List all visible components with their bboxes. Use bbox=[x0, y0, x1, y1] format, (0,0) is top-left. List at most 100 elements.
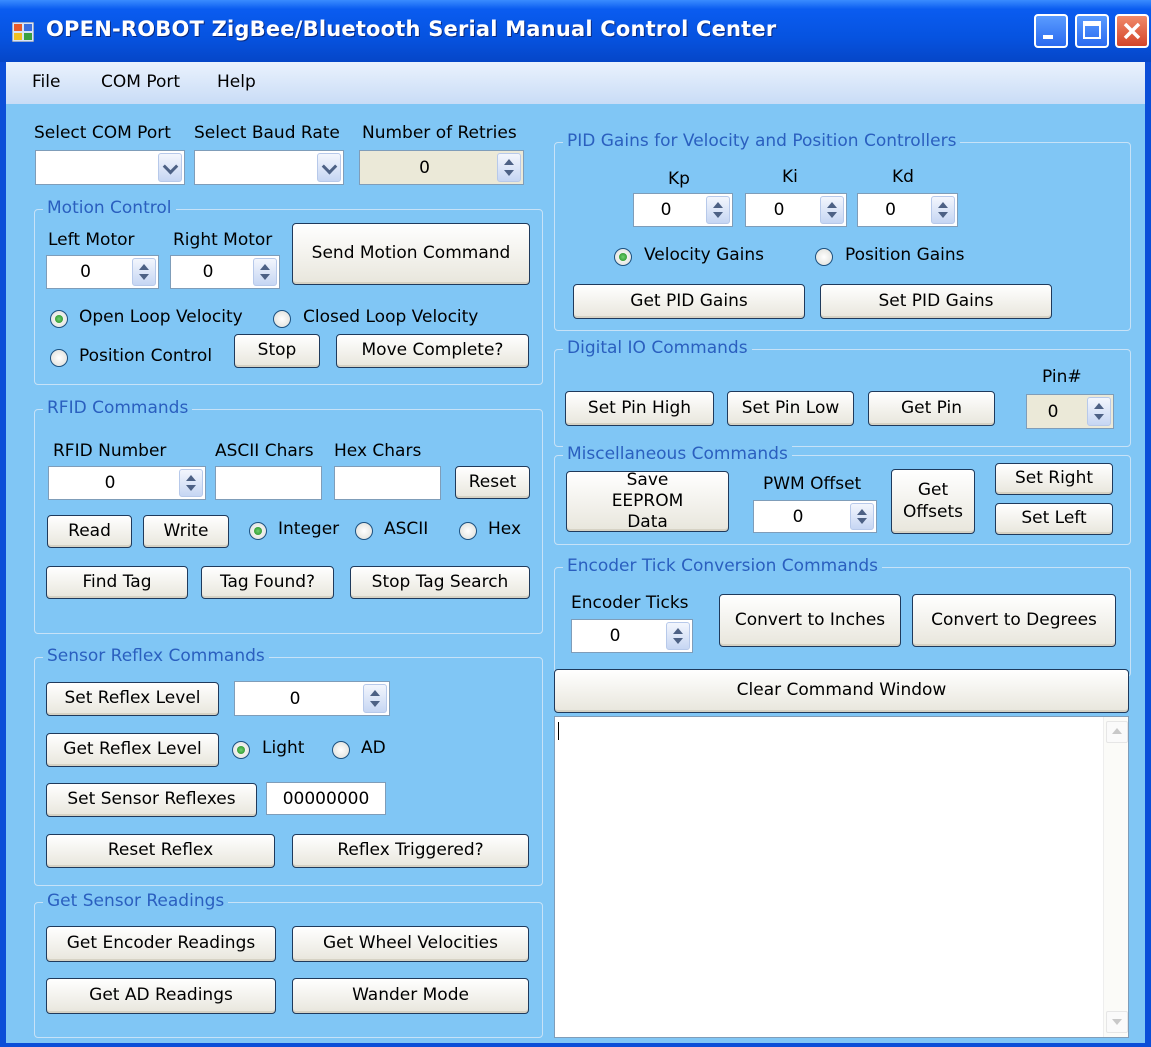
reflex-level-spin-buttons[interactable] bbox=[363, 684, 387, 713]
command-window[interactable] bbox=[554, 716, 1129, 1038]
ascii-chars-field[interactable] bbox=[215, 466, 322, 500]
digital-io-group: Digital IO Commands Pin# Set Pin High Se… bbox=[554, 338, 1131, 447]
velocity-gains-radio[interactable] bbox=[614, 248, 632, 266]
left-motor-stepper[interactable]: 0 bbox=[46, 255, 159, 289]
com-port-select[interactable] bbox=[35, 150, 185, 185]
sensor-reflexes-field[interactable]: 00000000 bbox=[266, 782, 386, 815]
get-offsets-button[interactable]: Get Offsets bbox=[891, 469, 975, 534]
get-encoder-readings-button[interactable]: Get Encoder Readings bbox=[46, 926, 276, 962]
arrow-down-icon bbox=[1112, 1019, 1122, 1025]
ad-radio[interactable] bbox=[332, 741, 350, 759]
kp-spin-buttons[interactable] bbox=[706, 196, 730, 224]
menu-file[interactable]: File bbox=[32, 72, 60, 92]
retries-label: Number of Retries bbox=[362, 123, 517, 143]
pwm-offset-value: 0 bbox=[792, 506, 804, 527]
get-ad-readings-button[interactable]: Get AD Readings bbox=[46, 978, 276, 1014]
get-reflex-level-button[interactable]: Get Reflex Level bbox=[46, 733, 219, 767]
set-sensor-reflexes-button[interactable]: Set Sensor Reflexes bbox=[46, 783, 257, 817]
close-button[interactable] bbox=[1115, 14, 1149, 48]
menu-help[interactable]: Help bbox=[217, 72, 256, 92]
get-pid-gains-button[interactable]: Get PID Gains bbox=[573, 284, 805, 319]
arrow-up-icon bbox=[1112, 728, 1122, 734]
rfid-read-button[interactable]: Read bbox=[47, 515, 132, 548]
baud-rate-dropdown-button[interactable] bbox=[317, 153, 341, 182]
motion-control-title: Motion Control bbox=[43, 198, 176, 218]
tag-found-button[interactable]: Tag Found? bbox=[201, 566, 334, 599]
scroll-down-button[interactable] bbox=[1106, 1011, 1128, 1033]
ki-spin-buttons[interactable] bbox=[820, 196, 844, 224]
reflex-triggered-button[interactable]: Reflex Triggered? bbox=[292, 834, 529, 868]
closed-loop-velocity-radio[interactable] bbox=[273, 310, 291, 328]
app-icon bbox=[12, 22, 34, 42]
pin-label: Pin# bbox=[1042, 367, 1082, 387]
rfid-number-stepper[interactable]: 0 bbox=[48, 466, 206, 500]
rfid-number-spin-buttons[interactable] bbox=[179, 469, 203, 497]
send-motion-command-button[interactable]: Send Motion Command bbox=[292, 223, 530, 285]
maximize-button[interactable] bbox=[1075, 14, 1109, 48]
pwm-offset-stepper[interactable]: 0 bbox=[753, 500, 877, 533]
pin-spin-buttons[interactable] bbox=[1087, 397, 1111, 426]
set-pin-high-button[interactable]: Set Pin High bbox=[565, 391, 714, 426]
set-pin-low-button[interactable]: Set Pin Low bbox=[727, 391, 854, 426]
right-motor-value: 0 bbox=[202, 262, 214, 282]
light-radio[interactable] bbox=[232, 741, 250, 759]
light-label: Light bbox=[262, 738, 305, 758]
position-control-radio[interactable] bbox=[50, 349, 68, 367]
arrow-up-icon bbox=[1094, 403, 1104, 409]
reflex-level-stepper[interactable]: 0 bbox=[234, 681, 390, 716]
encoder-ticks-stepper[interactable]: 0 bbox=[571, 619, 693, 653]
hex-chars-field[interactable] bbox=[334, 466, 441, 500]
ascii-radio[interactable] bbox=[355, 522, 373, 540]
title-bar[interactable]: OPEN-ROBOT ZigBee/Bluetooth Serial Manua… bbox=[0, 0, 1151, 62]
left-motor-spin-buttons[interactable] bbox=[132, 258, 156, 286]
position-gains-radio[interactable] bbox=[815, 248, 833, 266]
get-wheel-velocities-button[interactable]: Get Wheel Velocities bbox=[292, 926, 529, 962]
stop-button[interactable]: Stop bbox=[234, 334, 320, 368]
minimize-button[interactable] bbox=[1034, 14, 1068, 48]
chevron-down-icon bbox=[162, 158, 179, 175]
hex-radio[interactable] bbox=[459, 522, 477, 540]
kp-stepper[interactable]: 0 bbox=[633, 193, 733, 227]
pwm-offset-spin-buttons[interactable] bbox=[850, 503, 874, 530]
encoder-ticks-spin-buttons[interactable] bbox=[666, 622, 690, 650]
integer-radio[interactable] bbox=[249, 522, 267, 540]
position-control-label: Position Control bbox=[79, 346, 213, 366]
close-icon bbox=[1123, 22, 1141, 40]
open-loop-velocity-radio[interactable] bbox=[50, 310, 68, 328]
com-port-dropdown-button[interactable] bbox=[158, 153, 182, 182]
find-tag-button[interactable]: Find Tag bbox=[46, 566, 188, 599]
rfid-write-button[interactable]: Write bbox=[143, 515, 229, 548]
save-eeprom-button[interactable]: Save EEPROM Data bbox=[566, 470, 729, 532]
convert-to-degrees-button[interactable]: Convert to Degrees bbox=[912, 594, 1116, 647]
sensor-readings-title: Get Sensor Readings bbox=[43, 891, 229, 911]
kd-spin-buttons[interactable] bbox=[931, 196, 955, 224]
digital-io-title: Digital IO Commands bbox=[563, 338, 752, 358]
retries-spin-buttons[interactable] bbox=[497, 153, 521, 182]
rfid-reset-button[interactable]: Reset bbox=[455, 466, 530, 499]
stop-tag-search-button[interactable]: Stop Tag Search bbox=[350, 566, 530, 599]
kd-stepper[interactable]: 0 bbox=[857, 193, 958, 227]
scroll-up-button[interactable] bbox=[1106, 721, 1128, 743]
wander-mode-button[interactable]: Wander Mode bbox=[292, 978, 529, 1014]
right-motor-spin-buttons[interactable] bbox=[253, 258, 277, 286]
right-motor-stepper[interactable]: 0 bbox=[170, 255, 280, 289]
vertical-scrollbar[interactable] bbox=[1103, 717, 1128, 1037]
reset-reflex-button[interactable]: Reset Reflex bbox=[46, 834, 275, 868]
sensor-readings-group: Get Sensor Readings Get Encoder Readings… bbox=[34, 891, 543, 1038]
encoder-conversion-title: Encoder Tick Conversion Commands bbox=[563, 556, 883, 576]
chevron-down-icon bbox=[321, 158, 338, 175]
retries-stepper[interactable]: 0 bbox=[359, 150, 524, 185]
convert-to-inches-button[interactable]: Convert to Inches bbox=[719, 594, 901, 647]
baud-rate-select[interactable] bbox=[194, 150, 344, 185]
clear-command-window-button[interactable]: Clear Command Window bbox=[554, 669, 1129, 713]
set-left-button[interactable]: Set Left bbox=[995, 503, 1113, 535]
pin-stepper[interactable]: 0 bbox=[1026, 394, 1114, 429]
ki-stepper[interactable]: 0 bbox=[745, 193, 847, 227]
set-right-button[interactable]: Set Right bbox=[995, 463, 1113, 495]
set-pid-gains-button[interactable]: Set PID Gains bbox=[820, 284, 1052, 319]
move-complete-button[interactable]: Move Complete? bbox=[336, 334, 529, 368]
rfid-number-label: RFID Number bbox=[53, 441, 167, 461]
get-pin-button[interactable]: Get Pin bbox=[868, 391, 995, 426]
menu-com-port[interactable]: COM Port bbox=[101, 72, 180, 92]
set-reflex-level-button[interactable]: Set Reflex Level bbox=[46, 682, 219, 716]
